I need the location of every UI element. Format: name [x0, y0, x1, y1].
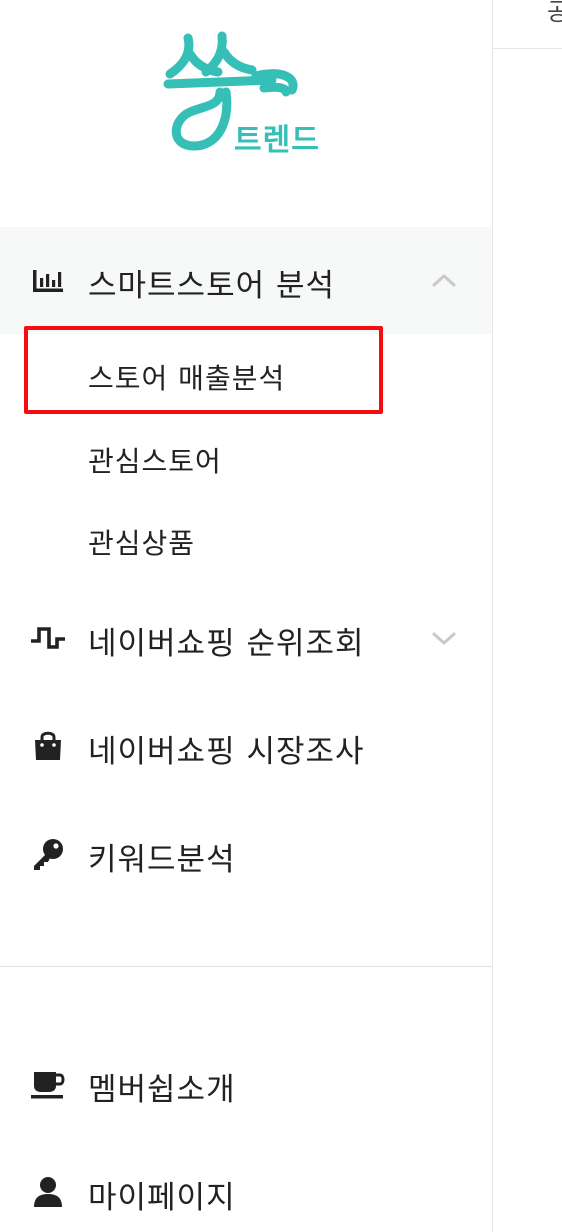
nav-naver-rank-label: 네이버쇼핑 순위조회: [88, 626, 365, 662]
nav-smartstore-label: 스마트스토어 분석: [88, 268, 336, 304]
nav-naver-shopping-market[interactable]: 네이버쇼핑 시장조사: [0, 708, 492, 784]
main-header-text: 공: [547, 0, 562, 27]
chevron-up-icon[interactable]: [430, 267, 458, 295]
main-header: 공: [493, 0, 562, 49]
chevron-down-icon[interactable]: [430, 624, 458, 652]
user-icon: [30, 1174, 66, 1210]
nav-keyword-label: 키워드분석: [88, 842, 236, 878]
sidebar-divider: [0, 966, 492, 967]
nav-membership[interactable]: 멤버쉽소개: [0, 1046, 492, 1122]
bar-chart-icon: [30, 263, 66, 299]
pulse-wave-icon: [30, 620, 66, 656]
brand-logo[interactable]: 트렌드: [160, 26, 320, 166]
sidebar: 트렌드 스마트스토어 분석 스토어 매출분석 관심스토어 관심상품 네이버쇼핑 …: [0, 0, 493, 1232]
nav-keyword-analysis[interactable]: 키워드분석: [0, 816, 492, 892]
nav-smartstore-analysis[interactable]: 스마트스토어 분석: [0, 227, 492, 334]
nav-sub-favorite-stores[interactable]: 관심스토어: [88, 440, 222, 480]
nav-naver-shopping-rank[interactable]: 네이버쇼핑 순위조회: [0, 600, 492, 676]
coffee-cup-icon: [30, 1066, 66, 1102]
key-icon: [30, 836, 66, 872]
highlight-box: [24, 326, 383, 414]
brand-logo-text: 트렌드: [234, 123, 320, 158]
nav-naver-market-label: 네이버쇼핑 시장조사: [88, 734, 365, 770]
main-content: 공: [493, 0, 562, 1232]
nav-membership-label: 멤버쉽소개: [88, 1072, 236, 1108]
shopping-bag-icon: [30, 728, 66, 764]
page: 트렌드 스마트스토어 분석 스토어 매출분석 관심스토어 관심상품 네이버쇼핑 …: [0, 0, 562, 1232]
nav-sub-favorite-products[interactable]: 관심상품: [88, 522, 195, 562]
nav-mypage[interactable]: 마이페이지: [0, 1154, 492, 1230]
nav-mypage-label: 마이페이지: [88, 1180, 236, 1216]
